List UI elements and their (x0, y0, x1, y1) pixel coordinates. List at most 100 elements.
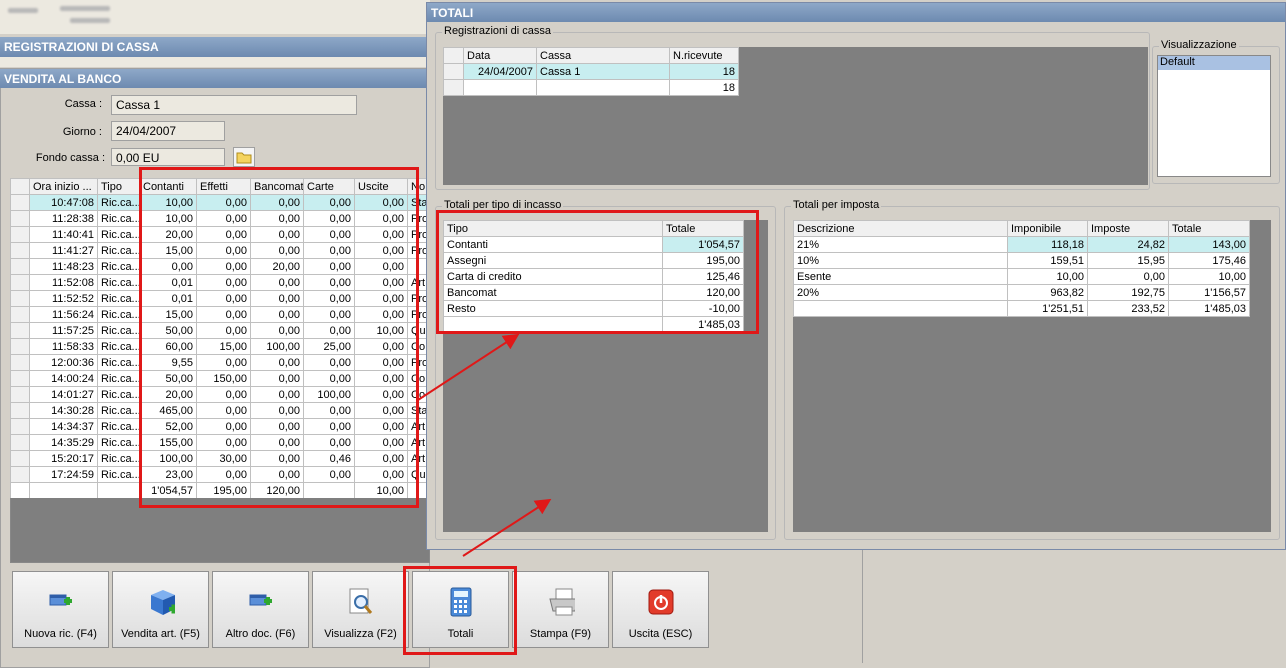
row-selector[interactable] (10, 386, 30, 403)
row-selector (10, 482, 30, 498)
button-label: Altro doc. (F6) (225, 628, 296, 640)
fondo-label: Fondo cassa : (35, 152, 105, 164)
bottom-right-area (862, 550, 1286, 663)
table-cell: 10:47:08 (29, 194, 98, 211)
table-cell: 10,00 (1007, 268, 1088, 285)
table-cell: 963,82 (1007, 284, 1088, 301)
table-cell: 1'485,03 (1168, 300, 1250, 317)
row-selector[interactable] (10, 418, 30, 435)
row-selector[interactable] (443, 79, 464, 96)
row-selector[interactable] (10, 322, 30, 339)
table-cell (463, 79, 537, 96)
vendita-title: VENDITA AL BANCO (4, 72, 122, 86)
table-cell: Ric.ca... (97, 242, 140, 259)
row-selector[interactable] (10, 306, 30, 323)
table-cell: Ric.ca... (97, 322, 140, 339)
uscita-button[interactable]: Uscita (ESC) (612, 571, 709, 648)
table-cell: Ric.ca... (97, 274, 140, 291)
table-cell: Ric.ca... (97, 434, 140, 451)
column-header: Cassa (536, 47, 670, 64)
row-selector[interactable] (10, 242, 30, 259)
total-cell (29, 482, 98, 498)
row-selector[interactable] (10, 402, 30, 419)
table-cell: 233,52 (1087, 300, 1169, 317)
table-cell: Ric.ca... (97, 466, 140, 483)
table-cell: Ric.ca... (97, 354, 140, 371)
row-selector[interactable] (10, 226, 30, 243)
table-cell: 11:48:23 (29, 258, 98, 275)
table-cell: 14:34:37 (29, 418, 98, 435)
table-cell: 12:00:36 (29, 354, 98, 371)
table-row[interactable]: 18 (443, 79, 739, 96)
row-selector[interactable] (10, 466, 30, 483)
totali-title: TOTALI (431, 6, 474, 20)
table-cell: Ric.ca... (97, 194, 140, 211)
table-cell: 0,00 (1087, 268, 1169, 285)
annotation-box-tipo (436, 210, 759, 334)
imp-group-label: Totali per imposta (791, 199, 882, 211)
cassa-field[interactable]: Cassa 1 (111, 95, 357, 115)
table-cell: 192,75 (1087, 284, 1169, 301)
row-selector[interactable] (10, 354, 30, 371)
table-cell: Esente (793, 268, 1008, 285)
table-cell: 14:35:29 (29, 434, 98, 451)
table-cell: 11:40:41 (29, 226, 98, 243)
row-selector[interactable] (10, 450, 30, 467)
table-cell: Ric.ca... (97, 226, 140, 243)
table-cell: 11:58:33 (29, 338, 98, 355)
column-header: Imponibile (1007, 220, 1088, 237)
table-row[interactable]: 10% 159,51 15,95 175,46 (793, 252, 1250, 269)
table-row[interactable]: 21% 118,18 24,82 143,00 (793, 236, 1250, 253)
folder-icon (236, 152, 252, 164)
table-row[interactable]: 20% 963,82 192,75 1'156,57 (793, 284, 1250, 301)
printer-icon (547, 588, 575, 616)
table-cell: Ric.ca... (97, 402, 140, 419)
table-cell: 118,18 (1007, 236, 1088, 253)
reg-strip (0, 57, 430, 67)
table-cell: 159,51 (1007, 252, 1088, 269)
table-cell: 17:24:59 (29, 466, 98, 483)
magnifier-icon (347, 588, 375, 616)
row-selector[interactable] (10, 210, 30, 227)
vis-item-default[interactable]: Default (1158, 56, 1270, 70)
button-label: Stampa (F9) (529, 628, 592, 640)
table-cell: 20% (793, 284, 1008, 301)
folder-button[interactable] (233, 147, 255, 167)
table-cell: 143,00 (1168, 236, 1250, 253)
altro-button[interactable]: Altro doc. (F6) (212, 571, 309, 648)
giorno-field[interactable]: 24/04/2007 (111, 121, 225, 141)
column-header: N.ricevute (669, 47, 739, 64)
table-cell: Ric.ca... (97, 290, 140, 307)
fondo-field[interactable]: 0,00 EU (111, 148, 225, 166)
visualizza-button[interactable]: Visualizza (F2) (312, 571, 409, 648)
row-selector[interactable] (10, 434, 30, 451)
nuova-button[interactable]: Nuova ric. (F4) (12, 571, 109, 648)
reg-table: Data Cassa N.ricevute 24/04/2007 Cassa 1 18 18 (443, 47, 739, 96)
table-cell: 24,82 (1087, 236, 1169, 253)
table-cell: 1'156,57 (1168, 284, 1250, 301)
table-cell: 24/04/2007 (463, 63, 537, 80)
table-cell: 14:30:28 (29, 402, 98, 419)
row-selector[interactable] (10, 194, 30, 211)
table-cell: 18 (669, 63, 739, 80)
button-label: Vendita art. (F5) (121, 628, 200, 640)
registrazioni-title-bar: REGISTRAZIONI DI CASSA (0, 37, 430, 57)
table-cell: 18 (669, 79, 739, 96)
row-selector[interactable] (10, 274, 30, 291)
table-row[interactable]: 1'251,51 233,52 1'485,03 (793, 300, 1250, 317)
stampa-button[interactable]: Stampa (F9) (512, 571, 609, 648)
row-selector[interactable] (10, 338, 30, 355)
table-row[interactable]: Esente 10,00 0,00 10,00 (793, 268, 1250, 285)
table-cell: Ric.ca... (97, 258, 140, 275)
row-selector[interactable] (10, 290, 30, 307)
totali-title-bar: TOTALI (427, 3, 1285, 22)
row-selector[interactable] (443, 63, 464, 80)
vendita-button[interactable]: Vendita art. (F5) (112, 571, 209, 648)
row-selector[interactable] (10, 370, 30, 387)
table-row[interactable]: 24/04/2007 Cassa 1 18 (443, 63, 739, 80)
vis-group-label: Visualizzazione (1159, 39, 1239, 51)
vis-list[interactable]: Default (1157, 55, 1271, 177)
table-cell: 11:52:52 (29, 290, 98, 307)
row-selector[interactable] (10, 258, 30, 275)
table-cell: 10% (793, 252, 1008, 269)
